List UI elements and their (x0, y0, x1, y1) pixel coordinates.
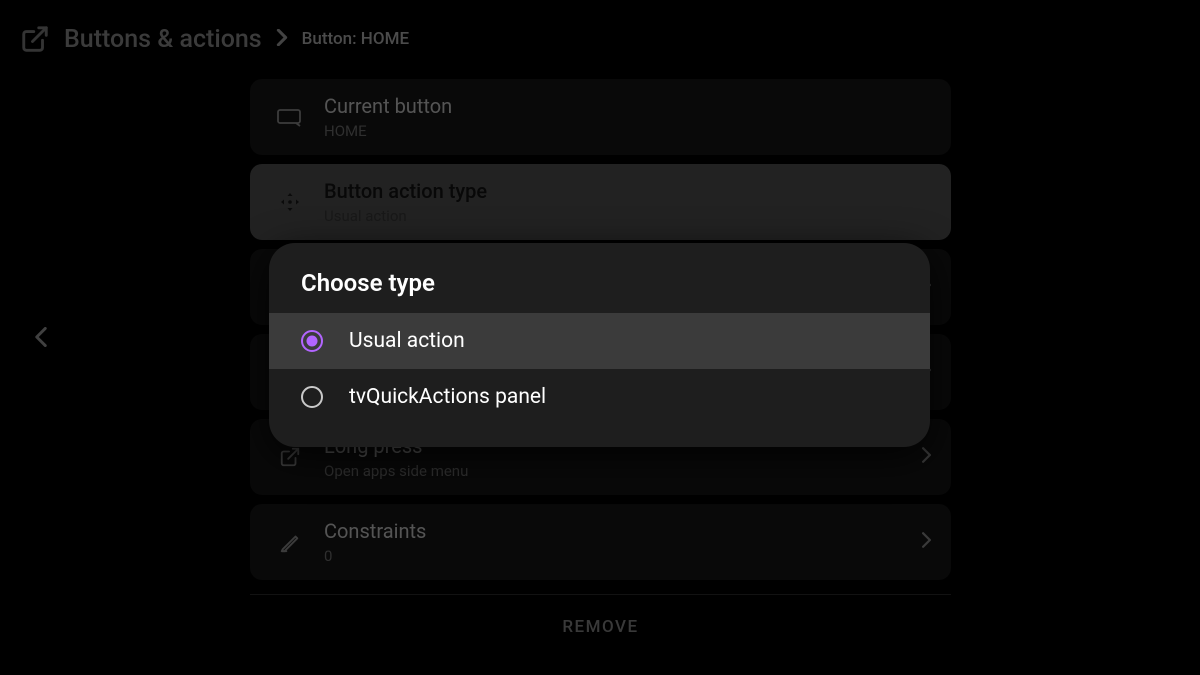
dialog-title: Choose type (269, 269, 930, 313)
dialog-option-tvquickactions-panel[interactable]: tvQuickActions panel (269, 369, 930, 425)
radio-checked-icon (301, 330, 323, 352)
dialog-option-usual-action[interactable]: Usual action (269, 313, 930, 369)
choose-type-dialog: Choose type Usual action tvQuickActions … (269, 243, 930, 447)
radio-unchecked-icon (301, 386, 323, 408)
dialog-option-label: tvQuickActions panel (349, 385, 546, 409)
dialog-option-label: Usual action (349, 329, 465, 353)
